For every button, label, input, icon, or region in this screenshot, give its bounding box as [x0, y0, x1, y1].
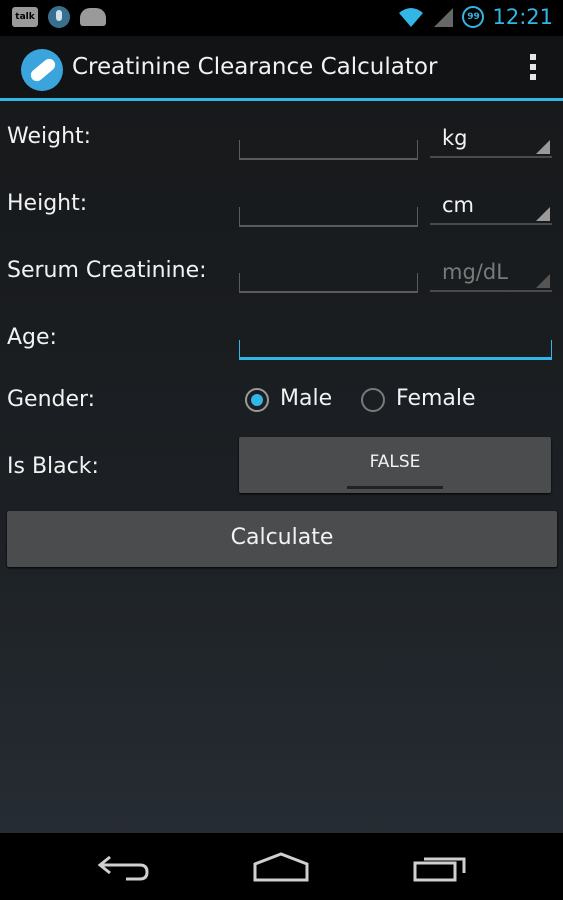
weight-unit-select[interactable]: kg — [430, 122, 552, 158]
android-icon — [80, 8, 106, 26]
is-black-label: Is Black: — [7, 454, 99, 479]
serum-creatinine-unit-value: mg/dL — [442, 260, 508, 284]
action-bar: Creatinine Clearance Calculator — [0, 36, 563, 101]
app-title: Creatinine Clearance Calculator — [72, 54, 438, 80]
female-radio-label[interactable]: Female — [396, 386, 476, 411]
age-input[interactable] — [239, 340, 552, 360]
calculator-form: Weight: kg Height: cm Serum Creatinine: … — [0, 101, 563, 833]
gender-label: Gender: — [7, 387, 96, 412]
recents-icon[interactable] — [412, 853, 468, 883]
female-radio[interactable] — [361, 388, 385, 412]
calculate-button-label: Calculate — [230, 525, 334, 550]
weight-input[interactable] — [239, 140, 418, 160]
serum-creatinine-unit-select[interactable]: mg/dL — [430, 256, 552, 292]
serum-creatinine-input[interactable] — [239, 273, 418, 293]
serum-creatinine-label: Serum Creatinine: — [7, 258, 207, 283]
height-unit-select[interactable]: cm — [430, 189, 552, 225]
voice-search-icon — [48, 6, 70, 28]
age-label: Age: — [7, 325, 57, 350]
talk-icon: talk — [12, 7, 38, 27]
dropdown-arrow-icon — [536, 140, 550, 154]
weight-label: Weight: — [7, 124, 92, 149]
height-input[interactable] — [239, 207, 418, 227]
signal-icon — [434, 8, 454, 27]
is-black-toggle-label: FALSE — [369, 452, 421, 472]
system-icons: 99 12:21 — [398, 5, 553, 29]
height-unit-value: cm — [442, 193, 475, 217]
notification-icons: talk — [12, 6, 106, 28]
status-bar: talk 99 12:21 — [0, 0, 563, 36]
pill-icon[interactable] — [21, 49, 63, 91]
overflow-menu-icon[interactable] — [529, 54, 537, 84]
male-radio-label[interactable]: Male — [280, 386, 332, 411]
status-clock: 12:21 — [492, 5, 553, 29]
back-icon[interactable] — [96, 853, 150, 883]
dropdown-arrow-icon — [536, 207, 550, 221]
toggle-indicator — [347, 486, 443, 489]
weight-unit-value: kg — [442, 126, 468, 150]
calculate-button[interactable]: Calculate — [7, 511, 557, 567]
home-icon[interactable] — [252, 851, 310, 883]
height-label: Height: — [7, 191, 88, 216]
is-black-toggle[interactable]: FALSE — [239, 437, 551, 493]
sync-icon: 99 — [462, 6, 485, 28]
navigation-bar — [0, 833, 563, 900]
dropdown-arrow-icon — [536, 274, 550, 288]
male-radio[interactable] — [245, 388, 269, 412]
wifi-icon — [399, 8, 424, 27]
